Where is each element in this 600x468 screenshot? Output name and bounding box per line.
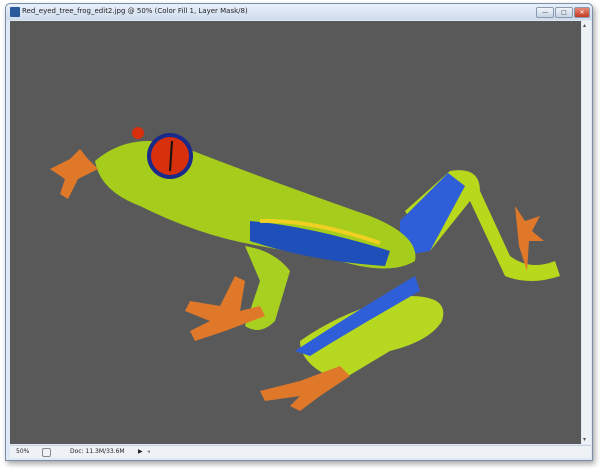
zoom-level[interactable]: 50% [16,448,29,455]
minimize-button[interactable]: — [536,7,554,18]
scroll-up-arrow[interactable]: ▴ [583,22,586,29]
zoom-icon[interactable] [42,448,51,457]
vertical-scrollbar[interactable]: ▴ ▾ [582,21,591,444]
close-button[interactable]: ✕ [574,7,590,18]
frog-image [50,127,560,411]
doc-size: Doc: 11.3M/33.6M [70,448,125,455]
image-canvas[interactable] [10,21,581,444]
scroll-down-arrow[interactable]: ▾ [583,436,586,443]
status-bar: 50% Doc: 11.3M/33.6M ▶ ◂ [10,445,591,458]
title-bar[interactable]: Red_eyed_tree_frog_edit2.jpg @ 50% (Colo… [6,4,592,20]
window-title: Red_eyed_tree_frog_edit2.jpg @ 50% (Colo… [22,7,248,15]
maximize-button[interactable]: □ [555,7,573,18]
document-window: Red_eyed_tree_frog_edit2.jpg @ 50% (Colo… [5,3,593,461]
scroll-left-arrow[interactable]: ◂ [147,448,150,455]
photoshop-document-icon [10,7,20,17]
status-menu-arrow[interactable]: ▶ [138,448,143,455]
